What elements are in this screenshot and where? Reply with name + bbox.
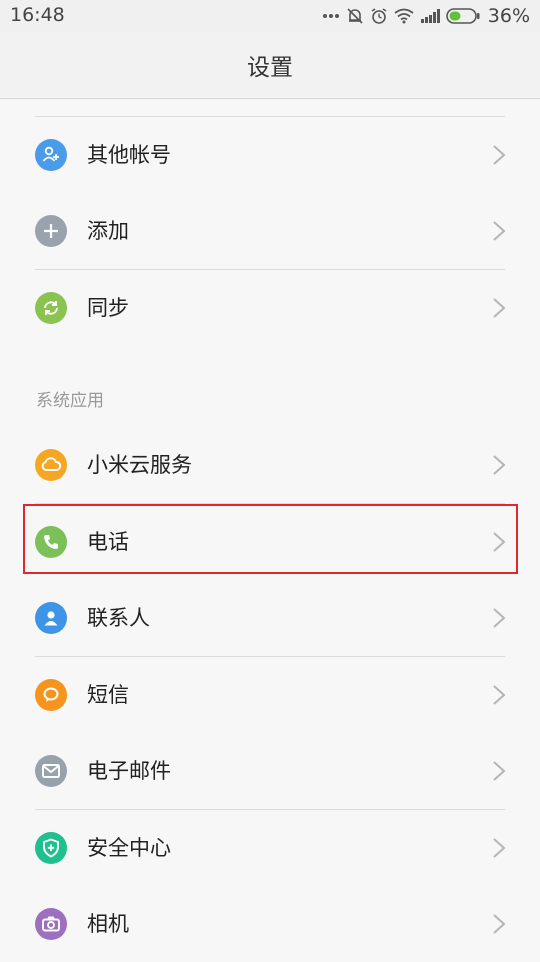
list-item-sync[interactable]: 同步 [0,270,540,346]
sync-icon [35,292,67,324]
chevron-right-icon [493,685,506,705]
message-icon [35,679,67,711]
list-item-add[interactable]: 添加 [0,193,540,269]
list-item-email[interactable]: 电子邮件 [0,733,540,809]
shield-icon [35,832,67,864]
list-item-mi-cloud[interactable]: 小米云服务 [0,427,540,503]
item-label: 添加 [87,219,129,243]
chevron-right-icon [493,145,506,165]
chevron-right-icon [493,608,506,628]
item-label: 安全中心 [87,836,171,860]
chevron-right-icon [493,761,506,781]
item-label: 同步 [87,296,129,320]
wifi-icon [394,8,414,24]
item-label: 其他帐号 [87,143,171,167]
contacts-icon [35,602,67,634]
item-label: 小米云服务 [87,453,192,477]
camera-icon [35,908,67,940]
more-dots-icon [322,13,340,19]
item-label: 电子邮件 [87,759,171,783]
signal-icon [420,9,440,23]
plus-icon [35,215,67,247]
mail-icon [35,755,67,787]
item-label: 联系人 [87,606,150,630]
status-icons: 36% [322,4,530,28]
list-item-messages[interactable]: 短信 [0,657,540,733]
list-item-security-center[interactable]: 安全中心 [0,810,540,886]
status-bar: 16:48 36% [0,0,540,32]
item-label: 相机 [87,912,129,936]
section-header: 系统应用 [36,391,104,411]
page-title: 设置 [247,55,293,81]
battery-icon [445,8,480,24]
chevron-right-icon [493,914,506,934]
title-bar: 设置 [0,32,540,99]
chevron-right-icon [493,221,506,241]
item-label: 短信 [87,683,129,707]
battery-percent: 36% [487,5,530,27]
add-user-icon [35,139,67,171]
alarm-icon [370,7,388,25]
list-item-contacts[interactable]: 联系人 [0,580,540,656]
list-item-other-accounts[interactable]: 其他帐号 [0,117,540,193]
mute-bell-icon [346,7,364,25]
status-time: 16:48 [10,4,65,26]
cloud-icon [35,449,67,481]
chevron-right-icon [493,838,506,858]
list-item-camera[interactable]: 相机 [0,886,540,962]
chevron-right-icon [493,298,506,318]
highlight-box [23,504,518,574]
chevron-right-icon [493,455,506,475]
